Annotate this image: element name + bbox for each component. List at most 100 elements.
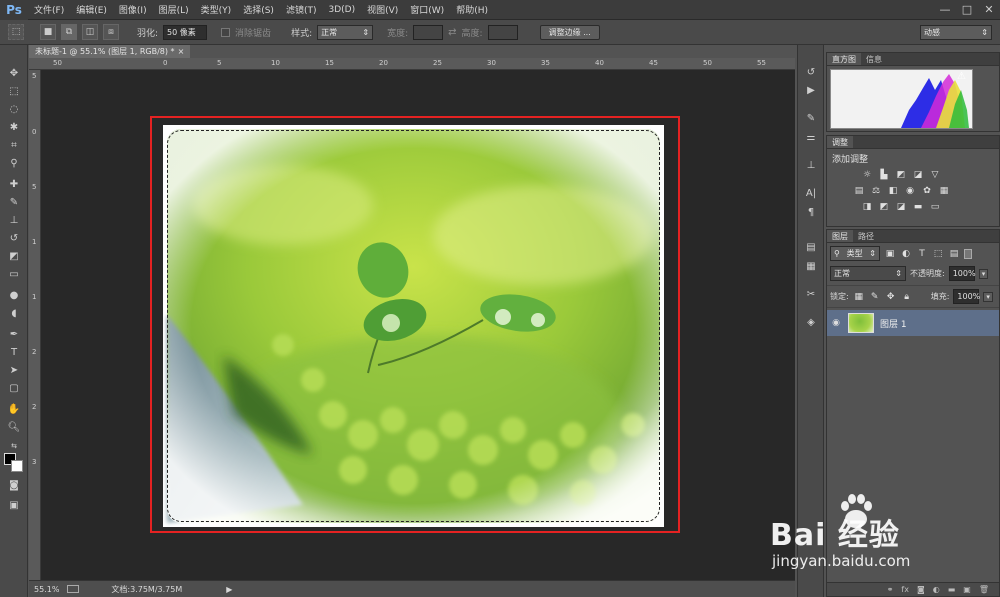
status-menu-arrow-icon[interactable]: ▶ [226,585,232,594]
dodge-tool-icon[interactable]: ◖ [5,305,23,321]
new-layer-icon[interactable]: ▣ [963,585,971,594]
tab-info[interactable]: 信息 [861,53,887,65]
filter-pixel-icon[interactable]: ▣ [884,249,896,259]
swap-colors-icon[interactable]: ⇆ [5,438,23,454]
width-input[interactable] [413,24,444,40]
menu-type[interactable]: 类型(Y) [195,3,238,16]
filter-smart-icon[interactable]: ▤ [948,249,960,259]
opacity-arrow-icon[interactable]: ▾ [978,268,989,279]
fill-input[interactable]: 100% [953,289,980,304]
feather-input[interactable]: 50 像素 [163,24,208,40]
levels-icon[interactable]: ▙ [878,170,890,180]
menu-help[interactable]: 帮助(H) [450,3,494,16]
path-selection-tool-icon[interactable]: ➤ [5,362,23,378]
background-color-swatch[interactable] [11,460,23,472]
opacity-input[interactable]: 100% [948,266,976,281]
screen-mode-icon[interactable]: ▣ [5,497,23,513]
move-tool-icon[interactable]: ✥ [5,65,23,81]
brush-panel-icon[interactable]: ⚌ [803,130,819,144]
brush-presets-icon[interactable]: ✎ [803,111,819,125]
lock-transparent-icon[interactable]: ▦ [853,292,865,302]
eraser-tool-icon[interactable]: ◩ [5,248,23,264]
workspace-select[interactable]: 动感 ⇕ [920,24,992,40]
tab-paths[interactable]: 路径 [853,230,879,242]
fx-icon[interactable]: fx [901,585,909,594]
menu-view[interactable]: 视图(V) [361,3,404,16]
antialias-checkbox[interactable] [221,27,231,37]
menu-file[interactable]: 文件(F) [28,3,70,16]
swatches-panel-icon[interactable]: ▤ [803,240,819,254]
crop-tool-icon[interactable]: ⌗ [5,137,23,153]
healing-brush-tool-icon[interactable]: ✚ [5,176,23,192]
color-lookup-icon[interactable]: ▦ [938,186,950,196]
marquee-tool-preset-icon[interactable]: ⬚ [8,24,24,40]
curves-icon[interactable]: ◩ [895,170,907,180]
layer-name[interactable]: 图层 1 [880,317,907,330]
tool-presets-icon[interactable]: ✂ [803,287,819,301]
gradient-tool-icon[interactable]: ▭ [5,266,23,282]
fill-arrow-icon[interactable]: ▾ [983,291,993,302]
style-select[interactable]: 正常 ⇕ [317,24,374,40]
type-tool-icon[interactable]: T [5,344,23,360]
history-panel-icon[interactable]: ↺ [803,65,819,79]
photo-filter-icon[interactable]: ◉ [904,186,916,196]
add-mask-icon[interactable]: ◙ [917,585,925,594]
pen-tool-icon[interactable]: ✒ [5,326,23,342]
close-tab-icon[interactable]: × [178,47,185,56]
lock-position-icon[interactable]: ✥ [885,292,897,302]
eyedropper-tool-icon[interactable]: ⚲ [5,155,23,171]
maximize-button[interactable]: □ [956,1,978,19]
link-layers-icon[interactable]: ⚭ [887,585,894,594]
filter-adjustment-icon[interactable]: ◐ [900,249,912,259]
new-group-icon[interactable]: ▬ [948,585,956,594]
new-adjustment-icon[interactable]: ◐ [933,585,940,594]
black-white-icon[interactable]: ◧ [887,186,899,196]
minimize-button[interactable]: — [934,1,956,19]
menu-image[interactable]: 图像(I) [113,3,153,16]
blur-tool-icon[interactable]: ● [5,287,23,303]
zoom-tool-icon[interactable]: 🔍︎ [5,419,23,435]
histogram-warning-icon[interactable]: ⚠ [957,71,969,82]
refine-edge-button[interactable]: 调整边缘 ... [539,24,600,40]
rectangle-tool-icon[interactable]: ▢ [5,380,23,396]
channel-mixer-icon[interactable]: ✿ [921,186,933,196]
history-brush-tool-icon[interactable]: ↺ [5,230,23,246]
height-input[interactable] [487,24,518,40]
paragraph-panel-icon[interactable]: ¶ [803,205,819,219]
gradient-map-icon[interactable]: ▬ [912,202,924,212]
blend-mode-select[interactable]: 正常 ⇕ [830,266,906,281]
filter-type-icon[interactable]: T [916,249,928,259]
color-balance-icon[interactable]: ⚖ [870,186,882,196]
actions-panel-icon[interactable]: ▶ [803,83,819,97]
add-selection-icon[interactable]: ⧉ [61,24,77,40]
intersect-selection-icon[interactable]: ⧈ [103,24,119,40]
tab-histogram[interactable]: 直方图 [827,53,861,65]
posterize-icon[interactable]: ◩ [878,202,890,212]
lock-all-icon[interactable]: 🔒︎ [901,292,913,302]
layer-row[interactable]: ◉ 图层 1 [827,310,999,336]
subtract-selection-icon[interactable]: ◫ [82,24,98,40]
quick-mask-icon[interactable]: ◙ [5,477,23,493]
status-info-icon[interactable] [67,585,80,593]
brush-tool-icon[interactable]: ✎ [5,194,23,210]
menu-layer[interactable]: 图层(L) [153,3,195,16]
vibrance-icon[interactable]: ▽ [929,170,941,180]
visibility-eye-icon[interactable]: ◉ [827,318,845,328]
hand-tool-icon[interactable]: ✋ [5,401,23,417]
new-selection-icon[interactable]: ■ [40,24,56,40]
document-tab[interactable]: 未标题-1 @ 55.1% (图层 1, RGB/8) * × [29,45,191,58]
brightness-icon[interactable]: ☼ [861,170,873,180]
magic-wand-tool-icon[interactable]: ✱ [5,119,23,135]
close-window-button[interactable]: ✕ [978,1,1000,19]
lasso-tool-icon[interactable]: ◌ [5,101,23,117]
selective-color-icon[interactable]: ▭ [929,202,941,212]
invert-icon[interactable]: ◨ [861,202,873,212]
zoom-level[interactable]: 55.1% [34,585,59,594]
menu-edit[interactable]: 编辑(E) [70,3,113,16]
menu-3d[interactable]: 3D(D) [322,5,361,15]
lock-pixels-icon[interactable]: ✎ [869,292,881,302]
trash-icon[interactable]: 🗑︎ [979,585,989,594]
layer-filter-select[interactable]: ⚲ 类型 ⇕ [830,246,880,261]
tab-adjustments[interactable]: 调整 [827,136,853,148]
filter-shape-icon[interactable]: ⬚ [932,249,944,259]
